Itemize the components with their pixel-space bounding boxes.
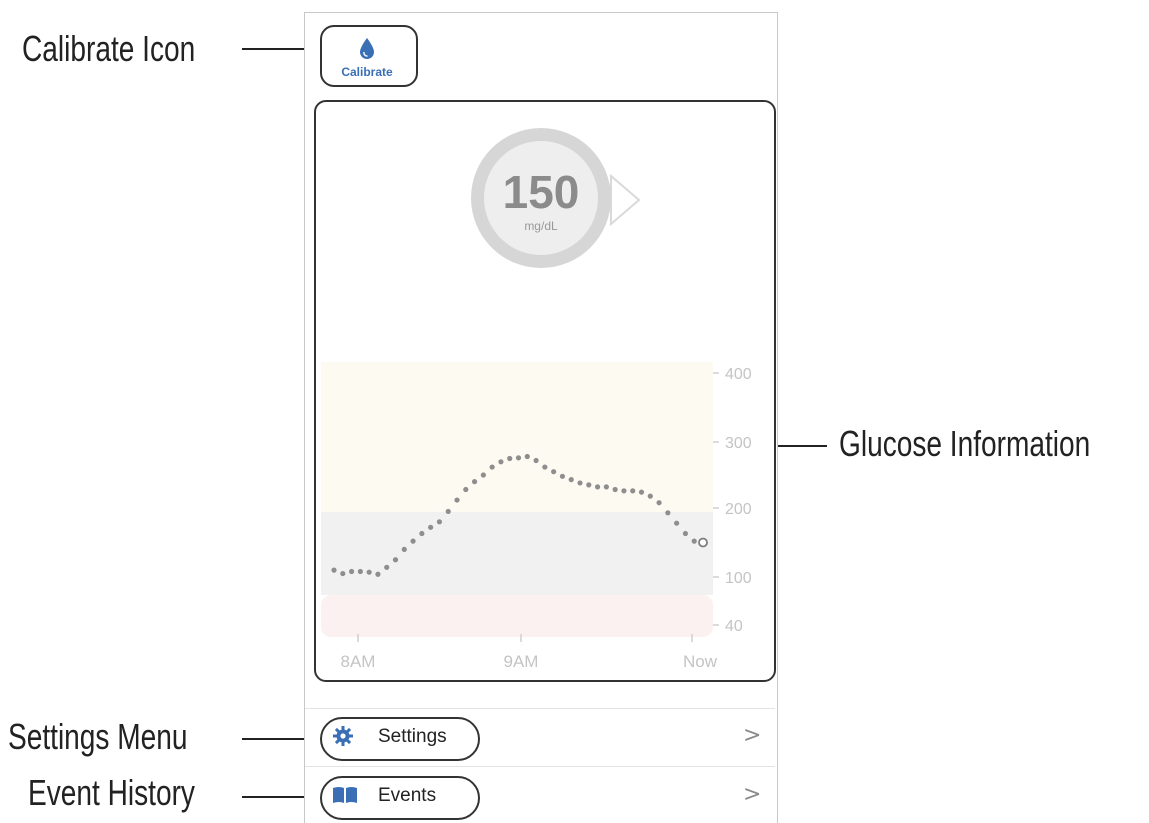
glucose-reading-point	[524, 453, 530, 460]
glucose-reading-point	[454, 497, 460, 503]
book-icon	[333, 787, 357, 803]
glucose-reading-point	[542, 464, 548, 470]
glucose-reading-point	[630, 488, 636, 494]
y-tick-label: 400	[725, 366, 752, 383]
glucose-reading-point	[638, 489, 645, 495]
glucose-reading-point	[445, 508, 451, 515]
glucose-reading-point	[357, 568, 363, 575]
y-tick-label: 100	[725, 570, 752, 587]
glucose-reading-point	[568, 477, 574, 483]
glucose-reading-point	[331, 567, 337, 573]
glucose-reading-point	[419, 530, 425, 537]
glucose-reading-point	[603, 484, 609, 490]
glucose-reading-point	[559, 473, 566, 479]
glucose-reading-point	[463, 486, 469, 493]
glucose-reading-point	[401, 546, 407, 552]
x-tick-label: Now	[683, 652, 718, 671]
glucose-reading-point	[384, 564, 390, 570]
glucose-trend-chart: 400 300 200 100 40 8AM 9AM Now	[321, 362, 752, 671]
glucose-leader-line	[774, 445, 827, 447]
high-zone	[321, 362, 713, 512]
settings-chevron-icon: >	[743, 723, 762, 748]
gear-icon	[333, 726, 353, 746]
glucose-reading-point	[577, 480, 583, 486]
y-tick-label: 40	[725, 618, 743, 635]
glucose-reading-point	[436, 519, 443, 525]
glucose-reading-point	[586, 482, 592, 488]
glucose-reading-point	[366, 569, 372, 575]
drop-icon	[360, 38, 374, 59]
glucose-reading-point	[428, 524, 434, 530]
current-reading-point	[698, 537, 708, 548]
settings-menu-callout: Settings Menu	[8, 716, 188, 757]
x-tick-label: 8AM	[341, 652, 376, 671]
glucose-unit: mg/dL	[524, 219, 558, 233]
x-tick-label: 9AM	[504, 652, 539, 671]
glucose-reading-point	[674, 520, 680, 526]
glucose-reading-point	[551, 469, 557, 475]
glucose-reading-point	[480, 472, 486, 478]
glucose-reading-point	[621, 488, 627, 494]
y-tick-label: 300	[725, 435, 752, 452]
glucose-reading-point	[647, 493, 653, 499]
calibrate-icon-callout: Calibrate Icon	[22, 28, 196, 69]
events-label: Events	[378, 785, 437, 806]
glucose-reading-point	[507, 455, 513, 462]
trend-arrow-icon	[610, 173, 641, 227]
glucose-reading-point	[665, 510, 671, 516]
glucose-reading-point	[348, 568, 355, 575]
glucose-reading-point	[375, 571, 381, 577]
events-chevron-icon: >	[743, 782, 762, 807]
glucose-value: 150	[502, 166, 580, 218]
calibrate-label: Calibrate	[341, 65, 393, 79]
target-zone	[321, 512, 713, 595]
y-tick-label: 200	[725, 501, 752, 518]
glucose-reading-point	[682, 530, 689, 537]
glucose-reading-point	[489, 464, 495, 470]
glucose-reading-point	[691, 538, 697, 544]
settings-label: Settings	[378, 726, 447, 747]
glucose-reading-point	[515, 455, 522, 461]
glucose-reading-point	[471, 479, 478, 485]
glucose-information-callout: Glucose Information	[839, 423, 1091, 464]
event-history-callout: Event History	[28, 772, 195, 813]
glucose-reading-point	[340, 570, 346, 577]
low-zone	[321, 595, 713, 637]
glucose-reading-point	[392, 557, 399, 563]
glucose-reading-point	[498, 459, 504, 465]
glucose-reading-point	[410, 538, 416, 544]
glucose-reading-point	[594, 484, 601, 490]
glucose-reading-point	[533, 457, 539, 464]
glucose-reading-point	[612, 486, 618, 493]
glucose-reading-point	[656, 500, 662, 506]
